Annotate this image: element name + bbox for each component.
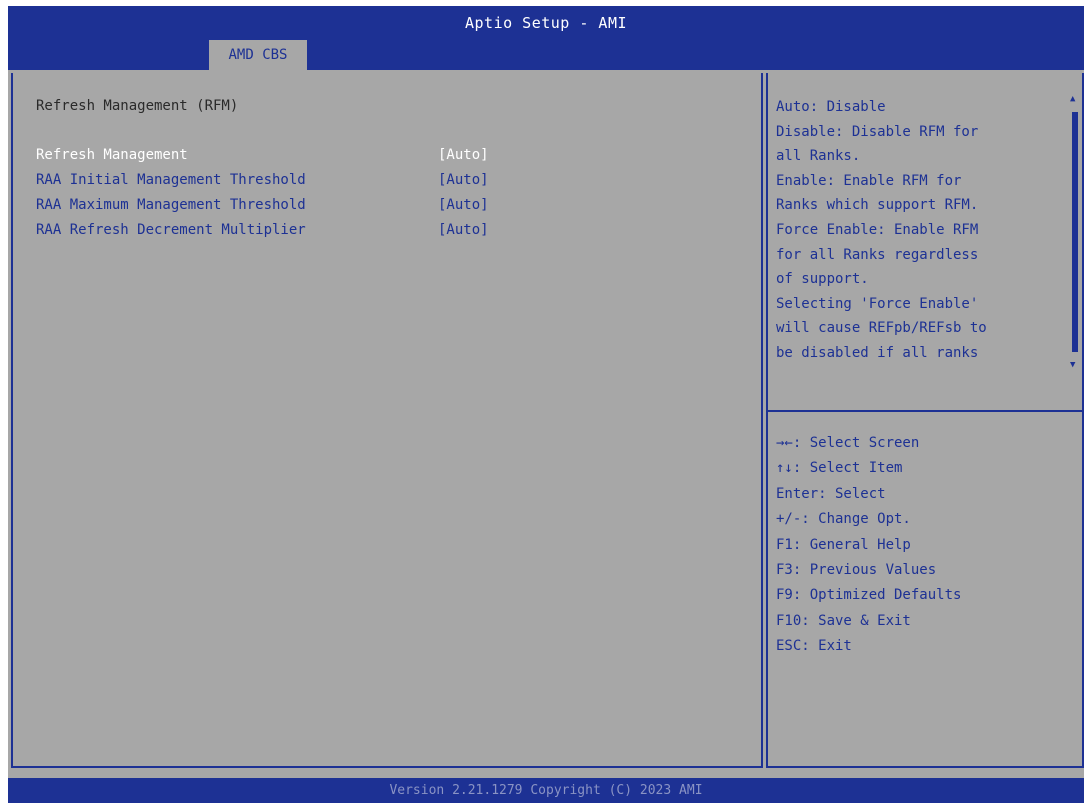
scroll-thumb[interactable]: [1072, 112, 1078, 352]
scroll-down-arrow-icon[interactable]: ▼: [1070, 360, 1075, 370]
key-hint: Enter: Select: [776, 485, 886, 502]
footer-version: Version 2.21.1279 Copyright (C) 2023 AMI: [8, 778, 1084, 803]
help-line: Enable: Enable RFM for: [776, 172, 962, 189]
help-line: for all Ranks regardless: [776, 246, 979, 263]
setting-label: RAA Initial Management Threshold: [36, 172, 306, 188]
help-line: Ranks which support RFM.: [776, 197, 979, 214]
help-line: Selecting 'Force Enable': [776, 295, 979, 312]
help-line: all Ranks.: [776, 148, 861, 165]
setting-raa-initial-management-threshold[interactable]: RAA Initial Management Threshold [Auto]: [36, 172, 556, 194]
setting-value[interactable]: [Auto]: [438, 147, 489, 163]
key-hint: F9: Optimized Defaults: [776, 587, 962, 604]
setting-value[interactable]: [Auto]: [438, 197, 489, 213]
key-hint: F3: Previous Values: [776, 562, 937, 579]
header-bar: Aptio Setup - AMI AMD CBS: [8, 6, 1084, 70]
key-legend: →←: Select Screen ↑↓: Select Item Enter:…: [776, 431, 1066, 660]
setting-label: RAA Maximum Management Threshold: [36, 197, 306, 213]
help-scrollbar[interactable]: ▲ ▼: [1070, 94, 1080, 374]
key-hint: F10: Save & Exit: [776, 612, 911, 629]
key-hint: F1: General Help: [776, 536, 911, 553]
help-divider: [768, 410, 1082, 412]
setting-value[interactable]: [Auto]: [438, 222, 489, 238]
setting-raa-maximum-management-threshold[interactable]: RAA Maximum Management Threshold [Auto]: [36, 197, 556, 219]
setting-refresh-management[interactable]: Refresh Management [Auto]: [36, 147, 556, 169]
setting-label: RAA Refresh Decrement Multiplier: [36, 222, 306, 238]
scroll-up-arrow-icon[interactable]: ▲: [1070, 94, 1075, 104]
key-hint: +/-: Change Opt.: [776, 511, 911, 528]
setting-label: Refresh Management: [36, 147, 188, 163]
section-title: Refresh Management (RFM): [36, 98, 239, 114]
help-description: Auto: Disable Disable: Disable RFM for a…: [776, 95, 1066, 366]
setting-raa-refresh-decrement-multiplier[interactable]: RAA Refresh Decrement Multiplier [Auto]: [36, 222, 556, 244]
help-line: Force Enable: Enable RFM: [776, 221, 979, 238]
tab-amd-cbs[interactable]: AMD CBS: [209, 40, 307, 70]
key-hint: ESC: Exit: [776, 638, 852, 655]
app-title: Aptio Setup - AMI: [464, 14, 628, 32]
key-hint: ↑↓: Select Item: [776, 460, 903, 477]
help-line: Disable: Disable RFM for: [776, 123, 979, 140]
setting-value[interactable]: [Auto]: [438, 172, 489, 188]
help-line: of support.: [776, 271, 869, 288]
help-line: Auto: Disable: [776, 99, 886, 115]
key-hint: →←: Select Screen: [776, 435, 920, 451]
bios-screen: Aptio Setup - AMI AMD CBS Refresh Manage…: [8, 6, 1084, 803]
help-line: will cause REFpb/REFsb to: [776, 320, 987, 337]
help-line: be disabled if all ranks: [776, 344, 979, 361]
